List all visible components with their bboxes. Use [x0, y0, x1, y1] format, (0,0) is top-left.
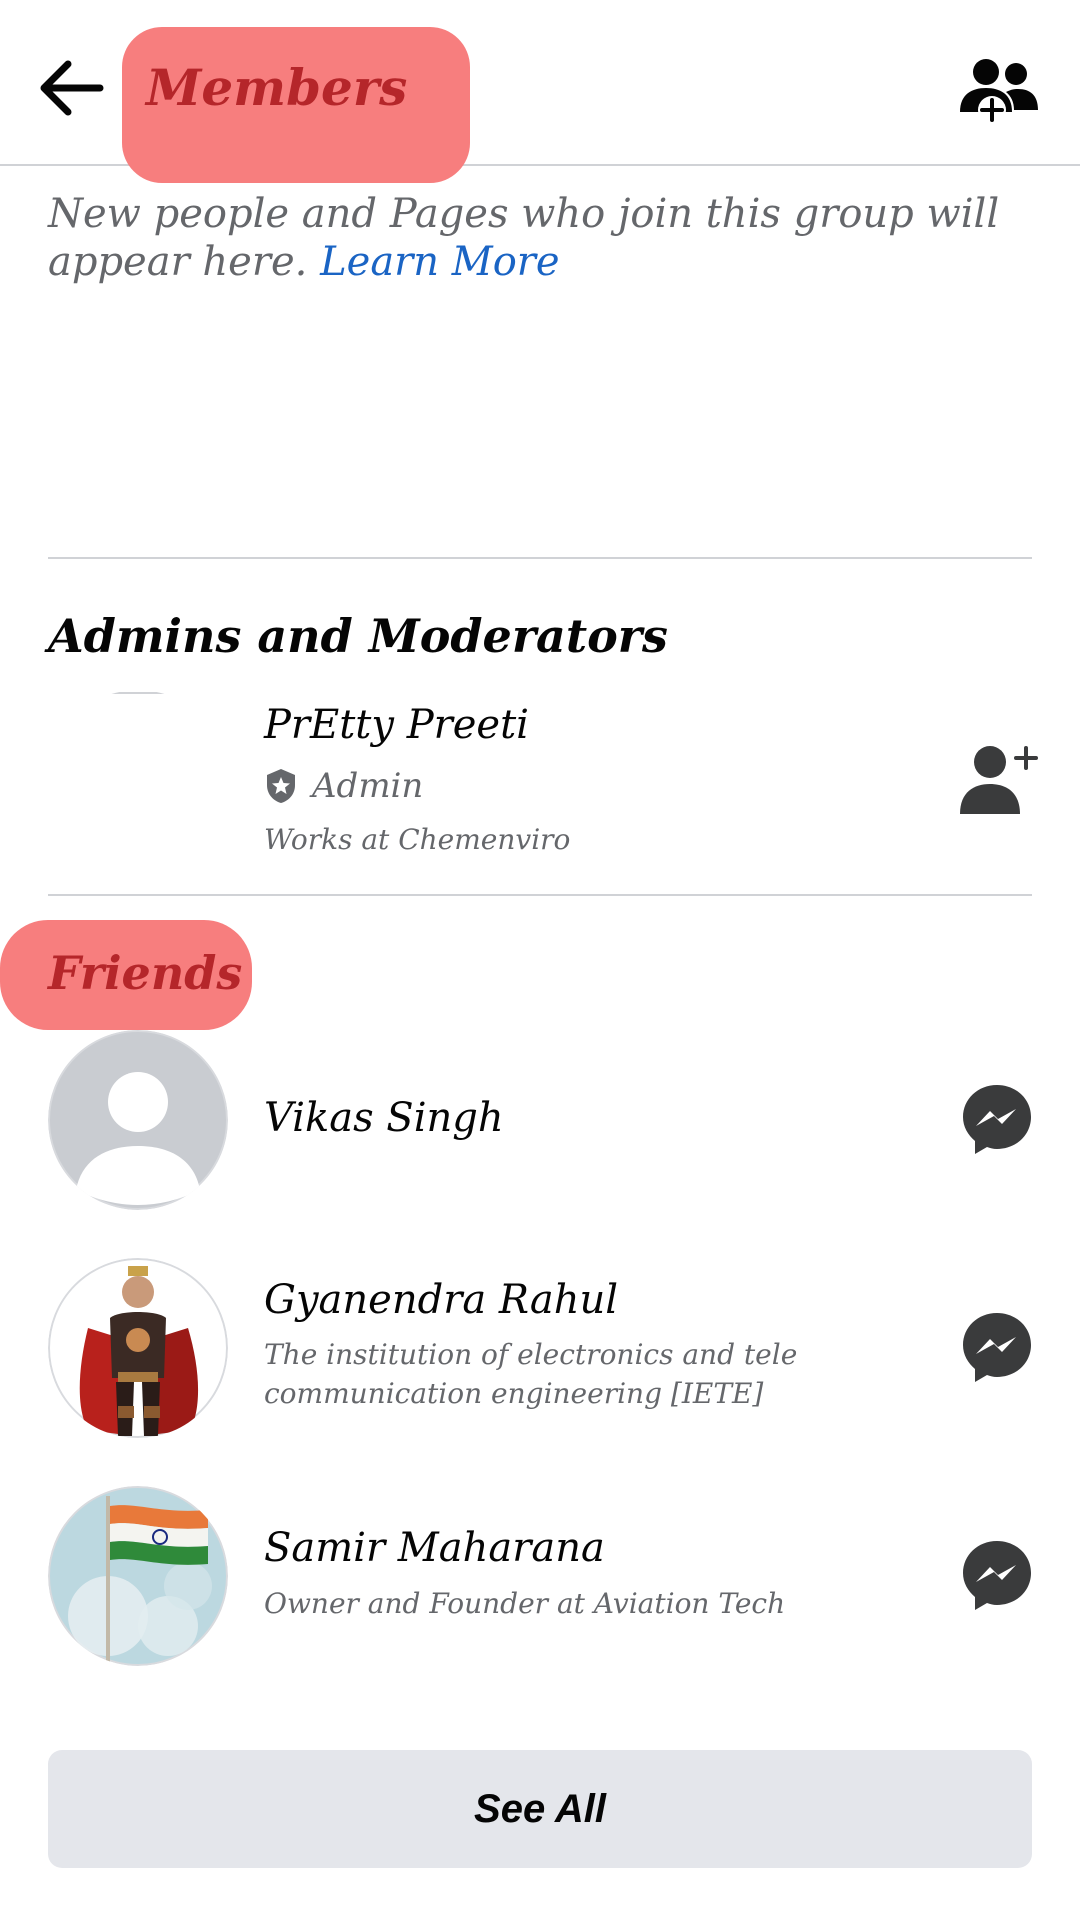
messenger-icon: [963, 1085, 1031, 1154]
friends-heading: Friends: [48, 946, 243, 1000]
messenger-icon: [963, 1541, 1031, 1610]
member-name[interactable]: Gyanendra Rahul: [264, 1275, 618, 1325]
message-button[interactable]: [960, 1538, 1034, 1612]
learn-more-link[interactable]: Learn More: [320, 239, 560, 285]
profile-photo: [48, 1486, 228, 1666]
group-add-icon: [960, 59, 1038, 124]
message-button[interactable]: [960, 1310, 1034, 1384]
role-badge: Admin: [264, 764, 423, 808]
arrow-left-icon: [40, 60, 104, 116]
new-members-notice: New people and Pages who join this group…: [48, 190, 1038, 286]
member-detail-line1: The institution of electronics and tele: [264, 1338, 798, 1371]
avatar[interactable]: [48, 1030, 228, 1210]
section-divider: [48, 557, 1032, 559]
member-name[interactable]: Vikas Singh: [264, 1093, 504, 1143]
member-detail: Works at Chemenviro: [264, 823, 571, 856]
page-title: Members: [146, 58, 408, 117]
add-friend-button[interactable]: [956, 742, 1040, 818]
member-detail-line2: communication engineering [IETE]: [264, 1377, 764, 1410]
default-avatar-icon: [48, 1030, 228, 1210]
back-button[interactable]: [36, 56, 108, 120]
member-detail: Owner and Founder at Aviation Tech: [264, 1587, 786, 1620]
avatar[interactable]: [48, 1486, 228, 1666]
add-members-button[interactable]: [956, 52, 1040, 128]
admin-shield-icon: [267, 769, 295, 803]
admins-heading: Admins and Moderators: [48, 609, 668, 663]
messenger-icon: [963, 1313, 1031, 1382]
role-label: Admin: [312, 766, 424, 806]
top-app-bar: Members: [0, 0, 1080, 183]
profile-photo: [48, 1258, 228, 1438]
member-name[interactable]: Samir Maharana: [264, 1523, 605, 1573]
member-name[interactable]: PrEtty Preeti: [264, 700, 529, 750]
avatar[interactable]: [48, 1258, 228, 1438]
see-all-button[interactable]: See All: [48, 1750, 1032, 1868]
add-friend-icon: [960, 746, 1038, 814]
members-screen: Members New people and Pages who join th…: [0, 0, 1080, 1920]
section-divider: [48, 894, 1032, 896]
message-button[interactable]: [960, 1082, 1034, 1156]
avatar[interactable]: [48, 690, 228, 870]
